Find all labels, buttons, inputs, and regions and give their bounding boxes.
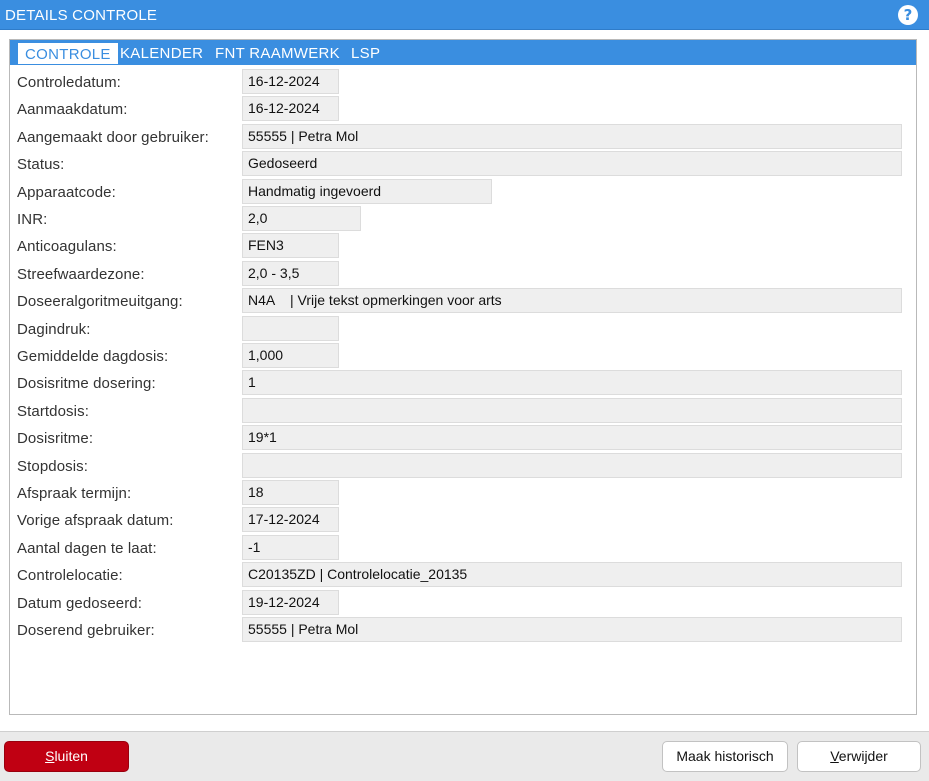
field-value: 2,0 - 3,5	[242, 260, 339, 286]
field-label: Status:	[17, 156, 65, 174]
field-value	[242, 315, 339, 341]
field-label: Controlelocatie:	[17, 567, 123, 585]
title-bar: DETAILS CONTROLE ?	[0, 0, 929, 30]
field-label: Controledatum:	[17, 74, 121, 91]
field-value: Gedoseerd	[242, 151, 902, 177]
field-value	[242, 397, 902, 423]
field-label: Dosisritme:	[17, 430, 94, 448]
field-value: 18	[242, 480, 339, 505]
tab-lsp[interactable]: LSP	[351, 43, 380, 64]
field-label: Streefwaardezone:	[17, 265, 145, 283]
field-value: 16-12-2024	[242, 96, 339, 122]
field-value: 16-12-2024	[242, 69, 339, 94]
field-label: Doseeralgoritmeuitgang:	[17, 293, 183, 311]
field-value: N4A | Vrije tekst opmerkingen voor arts	[242, 288, 902, 314]
field-value: 2,0	[242, 206, 361, 231]
tab-kalender[interactable]: KALENDER	[120, 43, 203, 64]
field-label: Anticoagulans:	[17, 238, 117, 256]
field-label: Doserend gebruiker:	[17, 622, 155, 639]
field-label: Aangemaakt door gebruiker:	[17, 128, 209, 146]
field-label: Datum gedoseerd:	[17, 594, 143, 612]
make-historic-button[interactable]: Maak historisch	[662, 741, 788, 772]
field-label: Apparaatcode:	[17, 183, 116, 201]
field-label: Startdosis:	[17, 402, 89, 420]
field-value: FEN3	[242, 233, 339, 259]
field-value: 19*1	[242, 425, 902, 451]
field-label: Stopdosis:	[17, 457, 89, 475]
field-value: 17-12-2024	[242, 507, 339, 533]
field-label: Gemiddelde dagdosis:	[17, 348, 169, 365]
footer-bar: Sluiten Maak historisch Verwijder	[0, 731, 929, 781]
close-button-label: luiten	[54, 748, 88, 764]
field-value: Handmatig ingevoerd	[242, 178, 492, 204]
field-value	[242, 452, 902, 478]
field-label: Dosisritme dosering:	[17, 375, 156, 393]
field-label: Vorige afspraak datum:	[17, 512, 174, 530]
field-value: 1,000	[242, 343, 339, 368]
field-value: 1	[242, 370, 902, 396]
field-label: Aanmaakdatum:	[17, 101, 128, 119]
delete-button-accesskey: V	[830, 748, 839, 764]
delete-button-label: erwijder	[838, 748, 888, 764]
dialog-title: DETAILS CONTROLE	[5, 7, 158, 24]
field-value: C20135ZD | Controlelocatie_20135	[242, 562, 902, 588]
tab-controle[interactable]: CONTROLE	[18, 43, 118, 64]
tab-bar: CONTROLE KALENDER FNT RAAMWERK LSP	[10, 40, 916, 65]
field-label: INR:	[17, 211, 48, 228]
help-icon[interactable]: ?	[898, 5, 918, 25]
delete-button[interactable]: Verwijder	[797, 741, 921, 772]
field-value: 55555 | Petra Mol	[242, 123, 902, 149]
close-button[interactable]: Sluiten	[4, 741, 129, 772]
field-value: 19-12-2024	[242, 589, 339, 615]
field-label: Dagindruk:	[17, 320, 91, 338]
field-value: 55555 | Petra Mol	[242, 617, 902, 642]
field-value: -1	[242, 534, 339, 560]
tab-fnt-raamwerk[interactable]: FNT RAAMWERK	[215, 43, 340, 64]
details-panel: CONTROLE KALENDER FNT RAAMWERK LSP Contr…	[9, 39, 917, 715]
field-label: Aantal dagen te laat:	[17, 539, 157, 557]
field-label: Afspraak termijn:	[17, 485, 132, 502]
